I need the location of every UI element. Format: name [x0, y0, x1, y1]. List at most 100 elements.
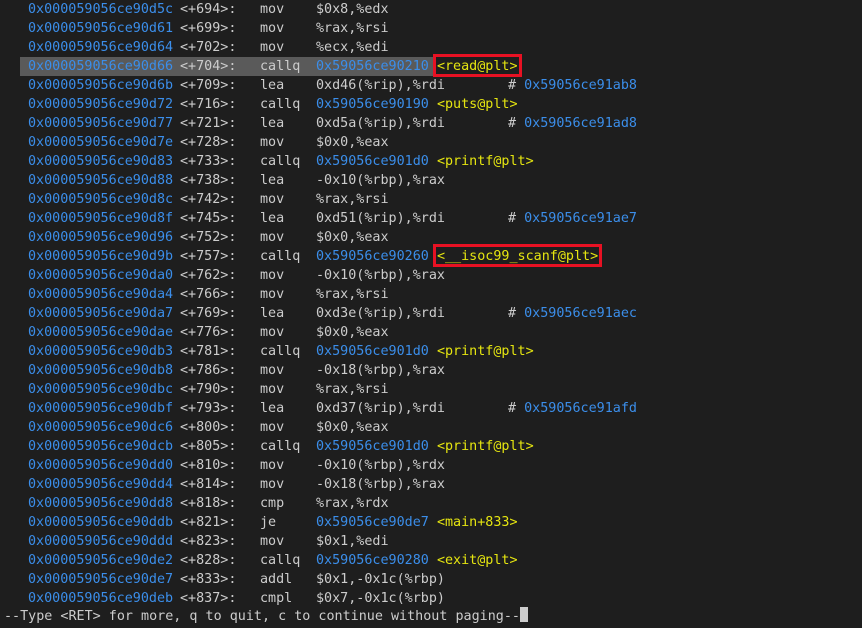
- instruction-operands: 0xd3e(%rip),%rdi: [316, 306, 445, 321]
- instruction-address: 0x000059056ce90dbc: [28, 382, 174, 397]
- instruction-operands: -0x18(%rbp),%rax: [316, 477, 445, 492]
- instruction-mnemonic: lea: [260, 116, 285, 131]
- instruction-address: 0x000059056ce90da0: [28, 268, 174, 283]
- instruction-mnemonic: lea: [260, 306, 285, 321]
- pager-prompt-text: --Type <RET> for more, q to quit, c to c…: [4, 609, 520, 624]
- instruction-offset: <+738>:: [180, 173, 237, 188]
- instruction-mnemonic: cmp: [260, 496, 285, 511]
- comment-address: 0x59056ce91ab8: [524, 78, 637, 93]
- address-comment: # 0x59056ce91aec: [508, 304, 637, 323]
- disassembly-line: 0x000059056ce90de2 <+828>: callq 0x59056ce9…: [0, 551, 862, 570]
- annotation-box: [432, 54, 522, 77]
- comment-hash: #: [508, 78, 517, 93]
- instruction-mnemonic: callq: [260, 154, 301, 169]
- instruction-operands: $0x0,%eax: [316, 230, 389, 245]
- instruction-operands: 0x59056ce901d0 <printf@plt>: [316, 342, 534, 361]
- comment-address: 0x59056ce91aec: [524, 306, 637, 321]
- terminal-window[interactable]: 0x000059056ce90d5c <+694>: mov $0x8,%edx 0x0…: [0, 0, 862, 628]
- instruction-address: 0x000059056ce90d5c: [28, 2, 174, 17]
- instruction-offset: <+699>:: [180, 21, 237, 36]
- disassembly-line: 0x000059056ce90db3 <+781>: callq 0x59056ce9…: [0, 342, 862, 361]
- instruction-address: 0x000059056ce90dc6: [28, 420, 174, 435]
- call-target-address: 0x59056ce901d0: [316, 344, 429, 359]
- instruction-offset: <+800>:: [180, 420, 237, 435]
- disassembly-line: 0x000059056ce90d88 <+738>: lea -0x10(%rbp),…: [0, 171, 862, 190]
- instruction-address: 0x000059056ce90dcb: [28, 439, 174, 454]
- instruction-mnemonic: callq: [260, 59, 301, 74]
- instruction-address: 0x000059056ce90d9b: [28, 249, 174, 264]
- instruction-operands: $0x8,%edx: [316, 2, 389, 17]
- instruction-offset: <+781>:: [180, 344, 237, 359]
- instruction-operands: $0x0,%eax: [316, 325, 389, 340]
- disassembly-line: 0x000059056ce90ddd <+823>: mov $0x1,%edi: [0, 532, 862, 551]
- instruction-offset: <+709>:: [180, 78, 237, 93]
- comment-hash: #: [508, 211, 517, 226]
- instruction-operands: 0x59056ce901d0 <printf@plt>: [316, 152, 534, 171]
- instruction-mnemonic: mov: [260, 40, 285, 55]
- disassembly-line: 0x000059056ce90de7 <+833>: addl $0x1,-0x1c(…: [0, 570, 862, 589]
- instruction-mnemonic: callq: [260, 439, 301, 454]
- instruction-offset: <+752>:: [180, 230, 237, 245]
- instruction-mnemonic: mov: [260, 135, 285, 150]
- instruction-mnemonic: mov: [260, 382, 285, 397]
- instruction-address: 0x000059056ce90dd8: [28, 496, 174, 511]
- instruction-address: 0x000059056ce90d96: [28, 230, 174, 245]
- disassembly-line: 0x000059056ce90dcb <+805>: callq 0x59056ce9…: [0, 437, 862, 456]
- disassembly-line: 0x000059056ce90d8f <+745>: lea 0xd51(%rip),…: [0, 209, 862, 228]
- disassembly-line: 0x000059056ce90d5c <+694>: mov $0x8,%edx: [0, 0, 862, 19]
- instruction-operands: 0x59056ce90de7 <main+833>: [316, 513, 518, 532]
- instruction-offset: <+757>:: [180, 249, 237, 264]
- instruction-address: 0x000059056ce90dd4: [28, 477, 174, 492]
- instruction-mnemonic: lea: [260, 401, 285, 416]
- instruction-mnemonic: je: [260, 515, 277, 530]
- instruction-offset: <+728>:: [180, 135, 237, 150]
- instruction-operands: $0x1,-0x1c(%rbp): [316, 572, 445, 587]
- instruction-operands: $0x1,%edi: [316, 534, 389, 549]
- disassembly-line: 0x000059056ce90dd0 <+810>: mov -0x10(%rbp),…: [0, 456, 862, 475]
- instruction-operands: %ecx,%edi: [316, 40, 389, 55]
- instruction-address: 0x000059056ce90d61: [28, 21, 174, 36]
- instruction-mnemonic: mov: [260, 477, 285, 492]
- disassembly-line: 0x000059056ce90da4 <+766>: mov %rax,%rsi: [0, 285, 862, 304]
- disassembly-line: 0x000059056ce90d7e <+728>: mov $0x0,%eax: [0, 133, 862, 152]
- address-comment: # 0x59056ce91ad8: [508, 114, 637, 133]
- symbol-name: <printf@plt>: [436, 439, 534, 454]
- instruction-mnemonic: mov: [260, 420, 285, 435]
- disassembly-line: 0x000059056ce90dbc <+790>: mov %rax,%rsi: [0, 380, 862, 399]
- instruction-offset: <+837>:: [180, 591, 237, 606]
- symbol-name: <puts@plt>: [436, 97, 518, 112]
- instruction-mnemonic: mov: [260, 21, 285, 36]
- disassembly-line: 0x000059056ce90d83 <+733>: callq 0x59056ce9…: [0, 152, 862, 171]
- disassembly-line: 0x000059056ce90d64 <+702>: mov %ecx,%edi: [0, 38, 862, 57]
- instruction-mnemonic: callq: [260, 344, 301, 359]
- symbol-name: <exit@plt>: [436, 553, 518, 568]
- disassembly-line: 0x000059056ce90dbf <+793>: lea 0xd37(%rip),…: [0, 399, 862, 418]
- instruction-address: 0x000059056ce90de7: [28, 572, 174, 587]
- instruction-mnemonic: mov: [260, 458, 285, 473]
- symbol-name: <printf@plt>: [436, 154, 534, 169]
- instruction-operands: -0x10(%rbp),%rax: [316, 173, 445, 188]
- call-target-address: 0x59056ce901d0: [316, 154, 429, 169]
- instruction-operands: -0x10(%rbp),%rax: [316, 268, 445, 283]
- instruction-address: 0x000059056ce90d6b: [28, 78, 174, 93]
- instruction-mnemonic: mov: [260, 192, 285, 207]
- instruction-offset: <+769>:: [180, 306, 237, 321]
- instruction-mnemonic: mov: [260, 268, 285, 283]
- instruction-operands: 0x59056ce901d0 <printf@plt>: [316, 437, 534, 456]
- instruction-mnemonic: mov: [260, 325, 285, 340]
- instruction-address: 0x000059056ce90da4: [28, 287, 174, 302]
- instruction-offset: <+810>:: [180, 458, 237, 473]
- call-target-address: 0x59056ce90210: [316, 59, 429, 74]
- annotation-box: [432, 244, 603, 267]
- comment-hash: #: [508, 401, 517, 416]
- instruction-mnemonic: lea: [260, 211, 285, 226]
- instruction-offset: <+733>:: [180, 154, 237, 169]
- instruction-mnemonic: lea: [260, 173, 285, 188]
- instruction-operands: -0x10(%rbp),%rdx: [316, 458, 445, 473]
- instruction-offset: <+818>:: [180, 496, 237, 511]
- instruction-address: 0x000059056ce90ddd: [28, 534, 174, 549]
- disassembly-line: 0x000059056ce90dd8 <+818>: cmp %rax,%rdx: [0, 494, 862, 513]
- instruction-offset: <+762>:: [180, 268, 237, 283]
- instruction-address: 0x000059056ce90dbf: [28, 401, 174, 416]
- instruction-address: 0x000059056ce90de2: [28, 553, 174, 568]
